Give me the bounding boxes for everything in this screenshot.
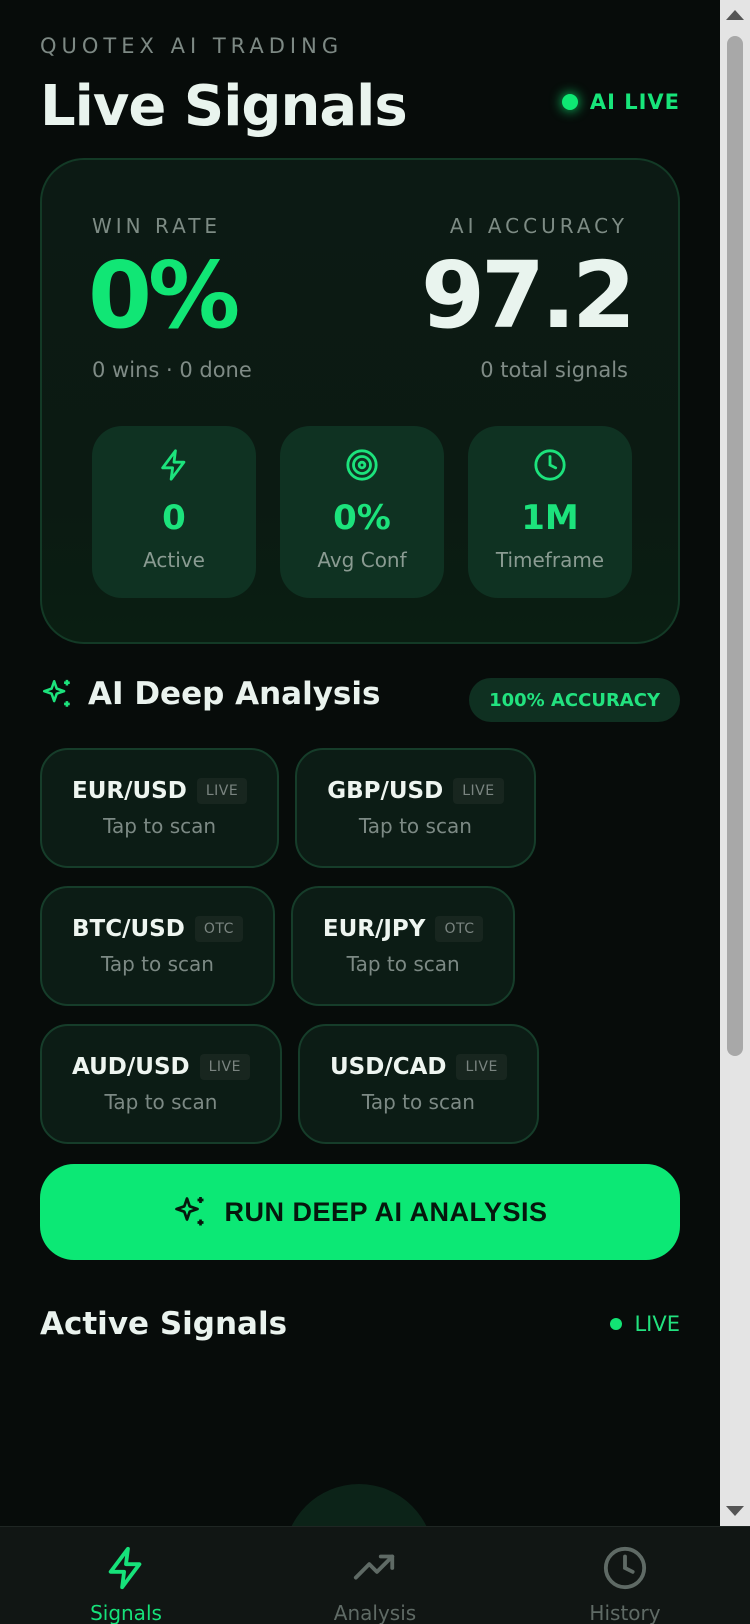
stat-tile-timeframe: 1M Timeframe bbox=[468, 426, 632, 598]
pair-row: AUD/USD LIVE Tap to scan USD/CAD LIVE Tap … bbox=[40, 1024, 680, 1144]
pair-hint: Tap to scan bbox=[104, 1090, 218, 1114]
stat-tile-active: 0 Active bbox=[92, 426, 256, 598]
scroll-down-arrow[interactable] bbox=[720, 1496, 750, 1526]
pair-symbol: EUR/USD bbox=[72, 778, 187, 804]
pair-tag: LIVE bbox=[456, 1054, 507, 1080]
active-label: Active bbox=[143, 548, 205, 572]
clock-icon bbox=[603, 1546, 647, 1590]
nav-tab-analysis[interactable]: Analysis bbox=[295, 1545, 455, 1624]
pair-card-eur-usd[interactable]: EUR/USD LIVE Tap to scan bbox=[40, 748, 280, 868]
live-dot-icon bbox=[610, 1318, 623, 1330]
scroll-up-arrow[interactable] bbox=[720, 0, 750, 30]
pair-hint: Tap to scan bbox=[358, 814, 472, 838]
pair-grid: EUR/USD LIVE Tap to scan GBP/USD LIVE Tap … bbox=[40, 748, 680, 1162]
pair-tag: LIVE bbox=[196, 778, 248, 804]
app-screen: QUOTEX AI TRADING Live Signals AI LIVE W… bbox=[0, 0, 720, 1624]
sparkles-icon bbox=[175, 1197, 204, 1226]
ai-accuracy-value: 97.2 bbox=[421, 242, 636, 349]
stat-tiles: 0 Active 0% Avg Conf 1M Timeframe bbox=[92, 426, 632, 598]
live-dot-icon bbox=[561, 94, 578, 110]
ai-live-status: AI LIVE bbox=[561, 90, 680, 114]
pair-hint: Tap to scan bbox=[103, 814, 217, 838]
sparkles-icon bbox=[42, 679, 70, 707]
pair-hint: Tap to scan bbox=[346, 952, 460, 976]
deep-analysis-header: AI Deep Analysis bbox=[40, 676, 380, 712]
active-signals-title: Active Signals bbox=[40, 1306, 288, 1342]
pair-card-gbp-usd[interactable]: GBP/USD LIVE Tap to scan bbox=[295, 748, 536, 868]
nav-tab-signals[interactable]: Signals bbox=[46, 1545, 206, 1624]
target-icon bbox=[346, 449, 378, 481]
win-rate-value: 0% bbox=[88, 242, 240, 349]
pair-symbol: EUR/JPY bbox=[322, 916, 426, 942]
avg-conf-label: Avg Conf bbox=[317, 548, 407, 572]
win-rate-label: WIN RATE bbox=[92, 214, 222, 238]
page-title: Live Signals bbox=[40, 74, 408, 139]
run-deep-analysis-button[interactable]: RUN DEEP AI ANALYSIS bbox=[40, 1164, 680, 1260]
deep-analysis-title: AI Deep Analysis bbox=[88, 676, 381, 712]
pair-tag: OTC bbox=[194, 916, 243, 942]
nav-label: Signals bbox=[90, 1601, 162, 1624]
pair-row: EUR/USD LIVE Tap to scan GBP/USD LIVE Tap … bbox=[40, 748, 680, 868]
arrow-up-icon bbox=[726, 10, 744, 20]
active-signals-live-label: LIVE bbox=[634, 1312, 680, 1336]
pair-symbol: BTC/USD bbox=[72, 916, 185, 942]
pair-tag: OTC bbox=[435, 916, 484, 942]
avg-conf-value: 0% bbox=[333, 498, 391, 538]
timeframe-label: Timeframe bbox=[495, 548, 605, 572]
pair-card-eur-jpy[interactable]: EUR/JPY OTC Tap to scan bbox=[290, 886, 516, 1006]
nav-tab-history[interactable]: History bbox=[545, 1545, 705, 1624]
nav-label: History bbox=[589, 1601, 661, 1624]
pair-tag: LIVE bbox=[199, 1054, 250, 1080]
pair-symbol: AUD/USD bbox=[72, 1054, 190, 1080]
pair-card-usd-cad[interactable]: USD/CAD LIVE Tap to scan bbox=[297, 1024, 539, 1144]
ai-accuracy-subtext: 0 total signals bbox=[480, 358, 628, 382]
stat-tile-avg-conf: 0% Avg Conf bbox=[280, 426, 444, 598]
clock-icon bbox=[534, 449, 566, 481]
vertical-scrollbar[interactable] bbox=[720, 0, 750, 1526]
nav-label: Analysis bbox=[333, 1601, 417, 1624]
pair-tag: LIVE bbox=[453, 778, 504, 804]
active-signals-status: LIVE bbox=[610, 1312, 680, 1336]
active-count: 0 bbox=[162, 498, 186, 538]
pair-row: BTC/USD OTC Tap to scan EUR/JPY OTC Tap to… bbox=[40, 886, 680, 1006]
pair-symbol: USD/CAD bbox=[329, 1054, 447, 1080]
app-kicker: QUOTEX AI TRADING bbox=[40, 34, 344, 58]
trend-up-icon bbox=[353, 1554, 395, 1580]
bottom-nav: Signals Analysis History bbox=[0, 1526, 750, 1624]
pair-hint: Tap to scan bbox=[361, 1090, 475, 1114]
bolt-icon bbox=[161, 449, 186, 481]
pair-card-aud-usd[interactable]: AUD/USD LIVE Tap to scan bbox=[40, 1024, 282, 1144]
win-rate-subtext: 0 wins · 0 done bbox=[92, 358, 252, 382]
timeframe-value: 1M bbox=[521, 498, 579, 538]
scroll-thumb[interactable] bbox=[727, 36, 743, 1056]
bolt-icon bbox=[108, 1546, 142, 1590]
pair-symbol: GBP/USD bbox=[327, 778, 444, 804]
arrow-down-icon bbox=[726, 1506, 744, 1516]
run-deep-analysis-label: RUN DEEP AI ANALYSIS bbox=[224, 1196, 548, 1227]
stats-card: WIN RATE AI ACCURACY 0% 97.2 0 wins · 0 … bbox=[40, 158, 680, 644]
pair-card-btc-usd[interactable]: BTC/USD OTC Tap to scan bbox=[40, 886, 275, 1006]
ai-accuracy-label: AI ACCURACY bbox=[449, 214, 628, 238]
accuracy-badge: 100% ACCURACY bbox=[469, 678, 680, 722]
pair-hint: Tap to scan bbox=[100, 952, 214, 976]
ai-live-label: AI LIVE bbox=[589, 90, 680, 114]
